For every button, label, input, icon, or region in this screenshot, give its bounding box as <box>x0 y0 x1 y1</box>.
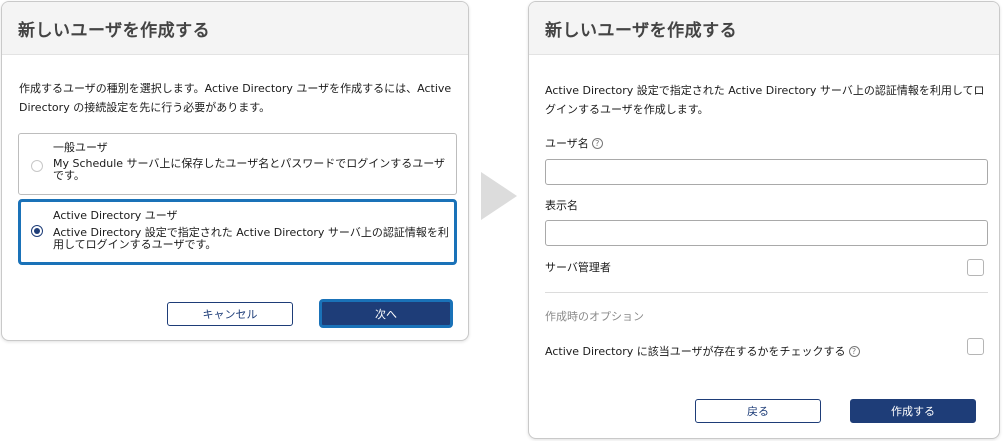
help-circle-icon[interactable]: ? <box>591 138 603 149</box>
triangle-right-icon <box>481 172 517 220</box>
general-user-option[interactable]: 一般ユーザ My Schedule サーバ上に保存したユーザ名とパスワードでログ… <box>18 133 457 195</box>
server-admin-checkbox[interactable] <box>967 259 984 276</box>
check-existence-label: Active Directory に該当ユーザが存在するかをチェックする <box>545 345 846 358</box>
cancel-button[interactable]: キャンセル <box>167 302 293 326</box>
section-divider <box>545 292 988 293</box>
displayname-input[interactable] <box>545 220 988 246</box>
options-section-label: 作成時のオプション <box>545 310 644 323</box>
ad-user-option[interactable]: Active Directory ユーザ Active Directory 設定… <box>18 199 457 265</box>
general-user-radio[interactable] <box>31 160 43 172</box>
ad-user-desc: Active Directory 設定で指定された Active Directo… <box>53 226 449 251</box>
username-label: ユーザ名 <box>545 137 589 150</box>
dialog-title: 新しいユーザを作成する <box>18 20 211 41</box>
dialog-title: 新しいユーザを作成する <box>545 20 738 41</box>
help-circle-icon[interactable]: ? <box>848 346 860 357</box>
check-label-row: Active Directory に該当ユーザが存在するかをチェックする ? <box>545 344 860 359</box>
dialog-header: 新しいユーザを作成する <box>529 2 999 55</box>
user-type-dialog: 新しいユーザを作成する 作成するユーザの種別を選択します。Active Dire… <box>1 1 469 341</box>
displayname-label-row: 表示名 <box>545 198 578 213</box>
general-user-title: 一般ユーザ <box>53 141 108 154</box>
displayname-label: 表示名 <box>545 199 578 212</box>
check-existence-checkbox[interactable] <box>967 338 984 355</box>
create-button[interactable]: 作成する <box>850 399 976 423</box>
admin-label: サーバ管理者 <box>545 261 611 274</box>
ad-user-radio[interactable] <box>31 225 43 237</box>
dialog-description: 作成するユーザの種別を選択します。Active Directory ユーザを作成… <box>19 82 452 114</box>
dialog-description: Active Directory 設定で指定された Active Directo… <box>545 84 985 116</box>
dialog-header: 新しいユーザを作成する <box>2 2 468 55</box>
next-button[interactable]: 次へ <box>319 299 453 328</box>
back-button[interactable]: 戻る <box>695 399 821 423</box>
admin-label-row: サーバ管理者 <box>545 260 611 275</box>
ad-user-title: Active Directory ユーザ <box>53 209 178 222</box>
username-label-row: ユーザ名 ? <box>545 136 603 151</box>
create-ad-user-dialog: 新しいユーザを作成する Active Directory 設定で指定された Ac… <box>528 1 1000 439</box>
username-input[interactable] <box>545 159 988 185</box>
general-user-desc: My Schedule サーバ上に保存したユーザ名とパスワードでログインするユー… <box>53 157 445 182</box>
